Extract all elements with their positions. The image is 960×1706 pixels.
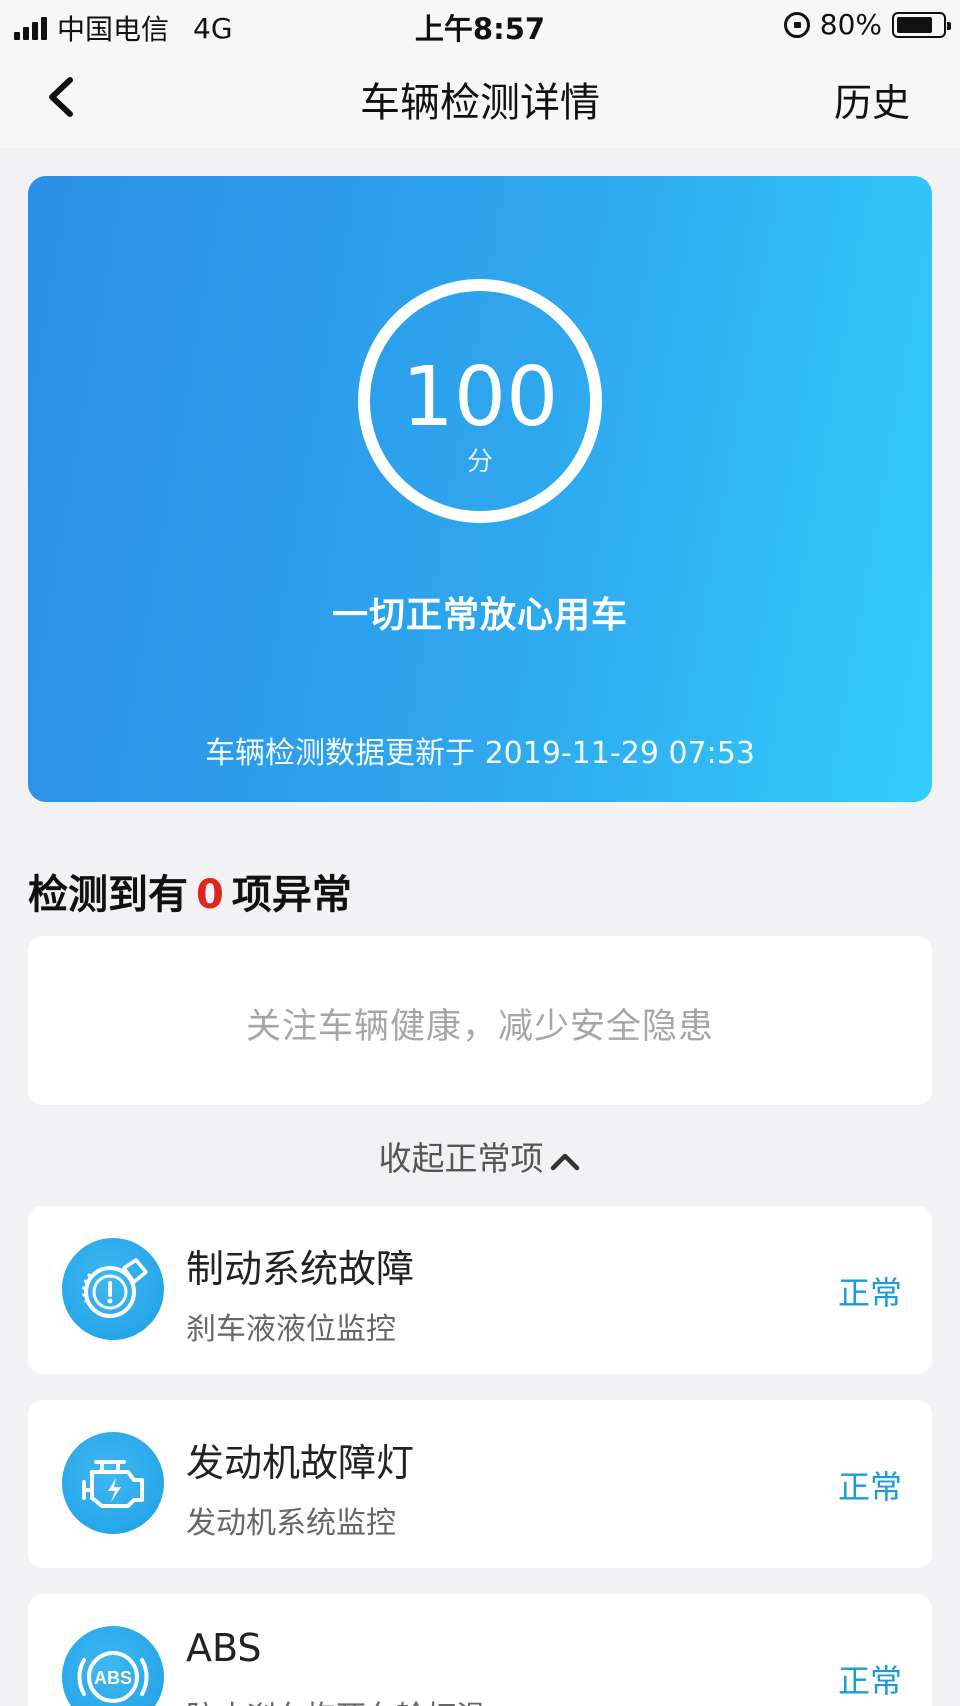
screen: 中国电信 4G 上午8:57 80% 车辆检测详情 历史 100 分 一切正常放… (0, 0, 960, 1706)
score-value: 100 (401, 350, 559, 445)
item-subtitle: 防止刹车抱死车轮打滑 (186, 1692, 486, 1706)
anomaly-count: 0 (196, 872, 224, 918)
item-subtitle: 发动机系统监控 (186, 1506, 396, 1541)
score-card: 100 分 一切正常放心用车 车辆检测数据更新于 2019-11-29 07:5… (28, 176, 932, 802)
chevron-up-icon (550, 1153, 579, 1170)
anomaly-suffix: 项异常 (231, 872, 352, 918)
battery-icon (892, 11, 951, 38)
abs-icon-text: ABS (94, 1668, 132, 1688)
rotation-lock-icon (783, 11, 810, 38)
brake-warning-icon (62, 1238, 164, 1340)
score-ring: 100 分 (358, 279, 602, 523)
status-bar: 中国电信 4G 上午8:57 80% (0, 0, 960, 48)
item-subtitle: 刹车液液位监控 (186, 1312, 396, 1347)
collapse-normal-button[interactable]: 收起正常项 (0, 1132, 960, 1180)
engine-icon (62, 1432, 164, 1534)
check-item-brake[interactable]: 制动系统故障 刹车液液位监控 正常 (28, 1206, 932, 1374)
tip-text: 关注车辆健康，减少安全隐患 (245, 1007, 714, 1047)
item-status: 正常 (837, 1468, 902, 1506)
update-time-text: 车辆检测数据更新于 2019-11-29 07:53 (205, 736, 755, 771)
page-title: 车辆检测详情 (360, 80, 600, 126)
check-item-abs[interactable]: ABS ABS 防止刹车抱死车轮打滑 正常 (28, 1594, 932, 1706)
tip-card: 关注车辆健康，减少安全隐患 (28, 936, 932, 1105)
nav-bar: 车辆检测详情 历史 (0, 48, 960, 148)
item-status: 正常 (837, 1274, 902, 1312)
check-item-engine[interactable]: 发动机故障灯 发动机系统监控 正常 (28, 1400, 932, 1568)
status-right: 80% (783, 8, 951, 41)
battery-fill (897, 16, 932, 33)
score-status-text: 一切正常放心用车 (331, 595, 628, 636)
battery-percent: 80% (819, 8, 882, 41)
anomaly-prefix: 检测到有 (28, 872, 188, 918)
item-title: 制动系统故障 (186, 1247, 415, 1291)
item-title: 发动机故障灯 (186, 1441, 415, 1485)
item-status: 正常 (837, 1662, 902, 1700)
history-button[interactable]: 历史 (834, 72, 910, 127)
item-title: ABS (186, 1626, 262, 1670)
score-unit: 分 (466, 447, 493, 477)
anomaly-heading: 检测到有 0 项异常 (28, 862, 352, 920)
battery-nub (947, 21, 951, 30)
abs-icon: ABS (62, 1626, 164, 1706)
collapse-label: 收起正常项 (378, 1139, 544, 1178)
